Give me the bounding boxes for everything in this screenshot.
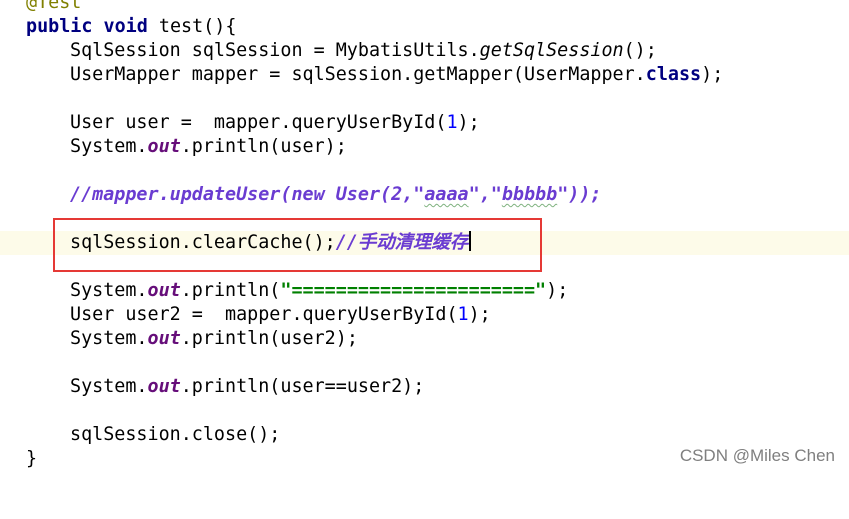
code-line-clear-cache[interactable]: sqlSession.clearCache();//手动清理缓存 xyxy=(0,231,849,255)
query-user-prefix: User user = mapper.queryUserById( xyxy=(70,112,447,133)
clear-cache-statement: sqlSession.clearCache();//手动清理缓存 xyxy=(70,231,471,255)
code-line-method-signature: public void test(){ xyxy=(0,15,849,39)
typo-squiggle-aaaa: aaaa xyxy=(424,184,469,205)
method-signature: public void test(){ xyxy=(26,15,236,39)
get-session-prefix: SqlSession sqlSession = MybatisUtils. xyxy=(70,40,480,61)
print-user2-out-field: out xyxy=(147,328,181,349)
code-line-get-session: SqlSession sqlSession = MybatisUtils.get… xyxy=(0,39,849,63)
commented-update-statement: //mapper.updateUser(new User(2,"aaaa","b… xyxy=(70,183,602,207)
code-line-annotation: @Test xyxy=(0,0,849,15)
keyword-class: class xyxy=(645,64,702,85)
get-session-suffix: (); xyxy=(623,40,657,61)
print-user-suffix: .println(user); xyxy=(180,136,347,157)
print-separator-statement: System.out.println("====================… xyxy=(70,279,568,303)
separator-string: "======================" xyxy=(280,280,547,301)
get-mapper-suffix: ); xyxy=(701,64,724,85)
code-line-commented-update: //mapper.updateUser(new User(2,"aaaa","b… xyxy=(0,183,849,207)
print-separator-mid: .println( xyxy=(180,280,281,301)
keyword-public: public xyxy=(26,16,93,37)
print-user2-suffix: .println(user2); xyxy=(180,328,358,349)
text-caret xyxy=(469,231,471,251)
print-compare-out-field: out xyxy=(147,376,181,397)
comment-part-3: ")); xyxy=(557,184,602,205)
get-mapper-prefix: UserMapper mapper = sqlSession.getMapper… xyxy=(70,64,646,85)
query-user-statement: User user = mapper.queryUserById(1); xyxy=(70,111,480,135)
print-user-statement: System.out.println(user); xyxy=(70,135,347,159)
print-user-out-field: out xyxy=(147,136,181,157)
typo-squiggle-bbbbb: bbbbb xyxy=(501,184,558,205)
print-compare-suffix: .println(user==user2); xyxy=(180,376,425,397)
print-user2-statement: System.out.println(user2); xyxy=(70,327,358,351)
query-user2-suffix: ); xyxy=(468,304,491,325)
code-line-print-compare: System.out.println(user==user2); xyxy=(0,375,849,399)
print-user2-prefix: System. xyxy=(70,328,148,349)
query-user2-arg: 1 xyxy=(457,304,469,325)
comment-part-2: "," xyxy=(468,184,502,205)
method-name: test(){ xyxy=(158,16,237,37)
query-user2-statement: User user2 = mapper.queryUserById(1); xyxy=(70,303,491,327)
code-line-print-user: System.out.println(user); xyxy=(0,135,849,159)
code-editor[interactable]: @Test public void test(){ SqlSession sql… xyxy=(0,0,849,474)
print-compare-statement: System.out.println(user==user2); xyxy=(70,375,424,399)
code-line-close-session: sqlSession.close(); xyxy=(0,423,849,447)
print-compare-prefix: System. xyxy=(70,376,148,397)
query-user-arg: 1 xyxy=(446,112,458,133)
clear-cache-comment: //手动清理缓存 xyxy=(335,232,469,253)
print-separator-suffix: ); xyxy=(546,280,569,301)
print-user-prefix: System. xyxy=(70,136,148,157)
comment-part-1: //mapper.updateUser(new User(2," xyxy=(70,184,425,205)
print-separator-out-field: out xyxy=(147,280,181,301)
close-session-statement: sqlSession.close(); xyxy=(70,424,281,445)
query-user-suffix: ); xyxy=(457,112,480,133)
clear-cache-call: sqlSession.clearCache(); xyxy=(70,232,336,253)
get-mapper-statement: UserMapper mapper = sqlSession.getMapper… xyxy=(70,63,723,87)
code-line-query-user: User user = mapper.queryUserById(1); xyxy=(0,111,849,135)
code-line-print-user2: System.out.println(user2); xyxy=(0,327,849,351)
get-sql-session-method: getSqlSession xyxy=(479,40,624,61)
query-user2-prefix: User user2 = mapper.queryUserById( xyxy=(70,304,458,325)
code-line-get-mapper: UserMapper mapper = sqlSession.getMapper… xyxy=(0,63,849,87)
code-line-print-separator: System.out.println("====================… xyxy=(0,279,849,303)
keyword-void: void xyxy=(103,16,148,37)
code-line-query-user2: User user2 = mapper.queryUserById(1); xyxy=(0,303,849,327)
print-separator-prefix: System. xyxy=(70,280,148,301)
get-session-statement: SqlSession sqlSession = MybatisUtils.get… xyxy=(70,39,657,63)
test-annotation: @Test xyxy=(26,0,82,13)
closing-brace: } xyxy=(26,448,38,469)
csdn-watermark: CSDN @Miles Chen xyxy=(679,446,835,465)
